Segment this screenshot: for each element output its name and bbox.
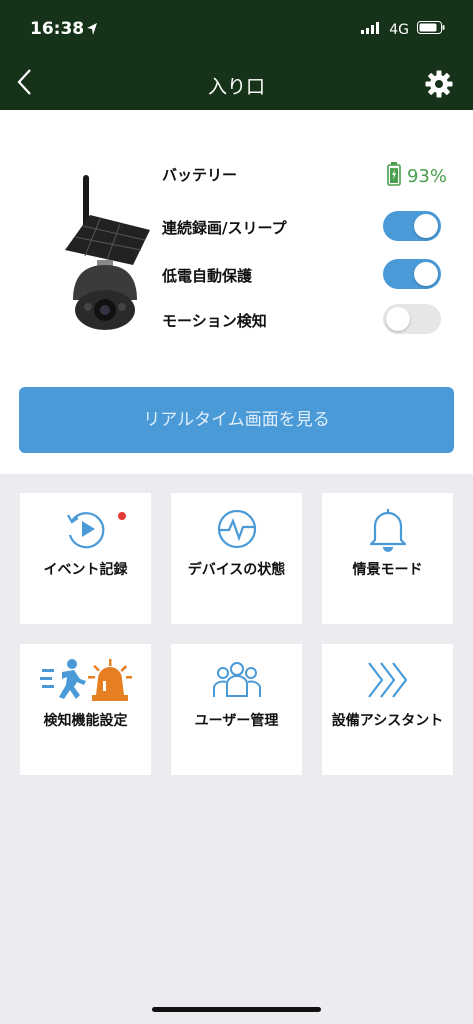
device-status-pulse-icon [171, 507, 302, 551]
setting-label-motion-detection: モーション検知 [162, 312, 267, 330]
location-arrow-icon [86, 21, 98, 40]
status-time: 16:38 [30, 19, 85, 39]
tile-device-assistant[interactable]: 設備アシスタント [322, 644, 453, 775]
toggle-knob [386, 307, 410, 331]
notification-badge [118, 512, 126, 520]
battery-label: バッテリー [162, 166, 238, 184]
settings-gear-icon[interactable] [425, 70, 453, 102]
toggle-low-power-protection[interactable] [383, 259, 441, 289]
battery-icon [387, 162, 401, 191]
tile-label: 検知機能設定 [43, 713, 128, 729]
setting-label-low-power-protection: 低電自動保護 [162, 267, 253, 285]
motion-alarm-icon [20, 658, 151, 702]
battery-status-icon [417, 21, 445, 38]
network-type: 4G [389, 21, 409, 38]
tile-label: 情景モード [352, 562, 423, 578]
tile-user-management[interactable]: ユーザー管理 [171, 644, 302, 775]
chevrons-right-icon [322, 658, 453, 702]
toggle-motion-detection[interactable] [383, 304, 441, 334]
camera-image [55, 170, 155, 339]
battery-indicator: 93% [387, 162, 447, 191]
tile-event-record[interactable]: イベント記録 [20, 493, 151, 624]
setting-label-continuous-recording: 連続録画/スリープ [162, 219, 287, 237]
signal-icon [361, 21, 381, 38]
nav-bar: 入り口 [0, 60, 473, 110]
toggle-knob [414, 214, 438, 238]
live-view-button[interactable]: リアルタイム画面を見る [19, 387, 454, 453]
battery-value: 93% [406, 166, 447, 187]
users-icon [171, 658, 302, 702]
tile-detection-settings[interactable]: 検知機能設定 [20, 644, 151, 775]
tile-label: ユーザー管理 [194, 713, 279, 729]
event-replay-icon [20, 507, 151, 551]
tile-label: デバイスの状態 [187, 562, 286, 578]
page-title: 入り口 [207, 76, 265, 98]
tile-device-status[interactable]: デバイスの状態 [171, 493, 302, 624]
toggle-knob [414, 262, 438, 286]
tile-label: イベント記録 [43, 562, 128, 578]
home-indicator [152, 1007, 321, 1012]
tile-scene-mode[interactable]: 情景モード [322, 493, 453, 624]
tile-label: 設備アシスタント [331, 713, 444, 729]
toggle-continuous-recording[interactable] [383, 211, 441, 241]
bell-icon [322, 507, 453, 552]
status-bar: 16:38 4G [0, 0, 473, 60]
